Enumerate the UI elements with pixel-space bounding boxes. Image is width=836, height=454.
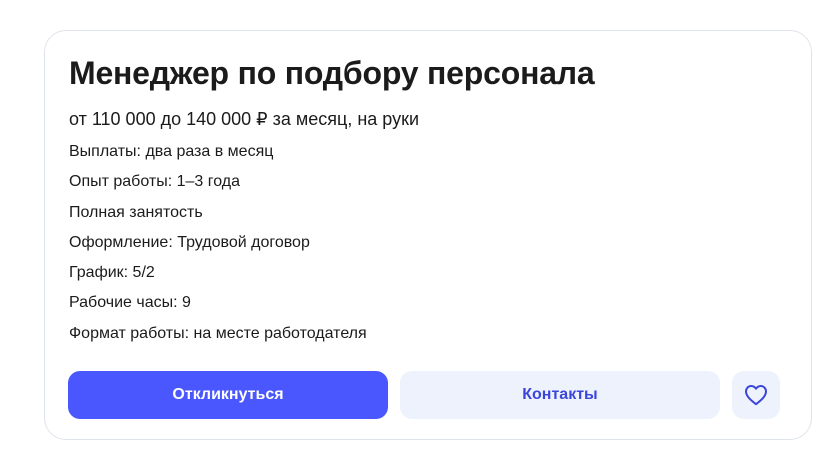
vacancy-card: Менеджер по подбору персонала от 110 000…	[44, 30, 812, 440]
detail-experience: Опыт работы: 1–3 года	[69, 173, 241, 191]
salary-text: от 110 000 до 140 000 ₽ за месяц, на рук…	[69, 109, 420, 129]
heart-icon	[745, 385, 767, 406]
favorite-button[interactable]	[732, 371, 780, 419]
vacancy-title[interactable]: Менеджер по подбору персонала	[69, 53, 595, 93]
apply-button[interactable]: Откликнуться	[68, 371, 388, 419]
detail-schedule: График: 5/2	[69, 264, 155, 282]
contacts-button[interactable]: Контакты	[400, 371, 720, 419]
detail-contract: Оформление: Трудовой договор	[69, 233, 310, 251]
detail-work-format: Формат работы: на месте работодателя	[69, 324, 367, 342]
detail-employment: Полная занятость	[69, 203, 203, 221]
detail-payments: Выплаты: два раза в месяц	[69, 143, 274, 160]
detail-hours: Рабочие часы: 9	[69, 294, 191, 312]
vacancy-details-list: Выплаты: два раза в месяц Опыт работы: 1…	[69, 142, 367, 354]
